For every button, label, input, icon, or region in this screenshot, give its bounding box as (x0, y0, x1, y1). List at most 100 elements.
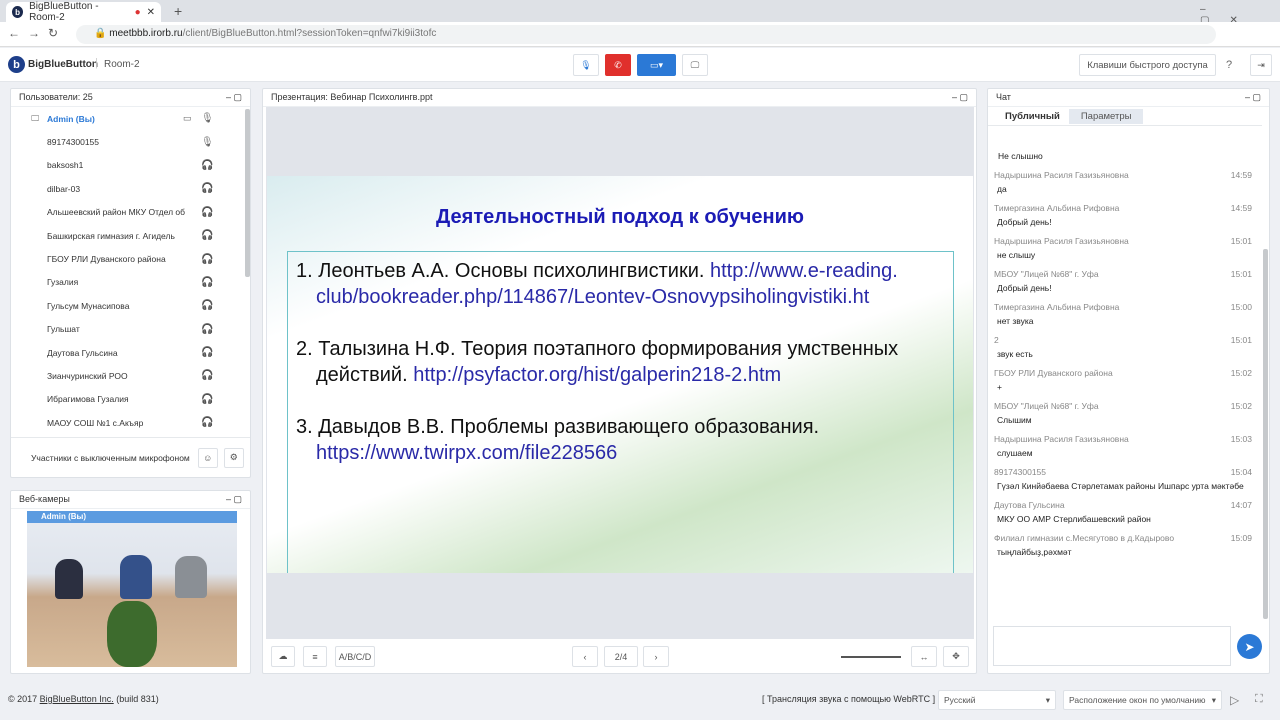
emoji-button[interactable]: ☺ (197, 447, 218, 468)
url-field[interactable]: 🔒 meetbbb.irorb.ru/client/BigBlueButton.… (76, 25, 1216, 44)
user-list-item[interactable]: МАОУ СОШ №1 с.Акъяр 🎧 (11, 411, 250, 434)
slide: Деятельностный подход к обучению 1. Леон… (267, 176, 973, 573)
shortcuts-button[interactable]: Клавиши быстрого доступа (1079, 54, 1216, 76)
headphones-icon: 🎧 (201, 347, 214, 359)
slide-area: Деятельностный подход к обучению 1. Леон… (266, 107, 974, 639)
window-controls[interactable]: – ▢ (952, 92, 968, 103)
poll-icon[interactable]: ≡ (303, 646, 327, 667)
chat-message: ГБОУ РЛИ Дуванского района 15:02 + (994, 367, 1252, 393)
user-list-item[interactable]: Гульшат 🎧 (11, 318, 250, 341)
microphone-button[interactable]: 🎙 (573, 54, 599, 76)
language-select[interactable]: Русский ▾ (938, 690, 1056, 710)
fullscreen-icon[interactable]: ⛶ (1255, 693, 1263, 706)
slide-title: Деятельностный подход к обучению (436, 206, 804, 228)
plant-image (107, 601, 157, 667)
logout-button[interactable]: ⇥ (1250, 54, 1272, 76)
scrollbar[interactable] (245, 109, 250, 277)
chat-message: Филиал гимназии с.Месягутово в д.Кадыров… (994, 532, 1252, 558)
recording-icon: ● (134, 6, 141, 18)
bbb-favicon-icon: b (12, 6, 24, 18)
slide-content: 1. Леонтьев А.А. Основы психолингвистики… (287, 251, 954, 573)
chat-message: Тимергазина Альбина Рифовна 15:00 нет звук… (994, 301, 1252, 327)
screenshare-button[interactable]: 🖵 (682, 54, 708, 76)
scrollbar[interactable] (1263, 249, 1268, 619)
headphones-icon: 🎧 (201, 159, 214, 171)
address-bar: ←→↻ 🔒 meetbbb.irorb.ru/client/BigBlueBut… (0, 22, 1280, 47)
chat-message: Тимергазина Альбина Рифовна 14:59 Добрый д… (994, 202, 1252, 228)
headphones-icon: 🎧 (201, 230, 214, 242)
bbb-logo-icon: b (8, 56, 25, 73)
presentation-toolbar: ☁ ≡ A/B/C/D ‹ 2/4 › ↔ ✥ (263, 641, 976, 673)
headphones-icon: 🎧 (201, 253, 214, 265)
chat-message: Надыршина Расиля Газизьяновна 15:01 не слы… (994, 235, 1252, 261)
next-slide-button[interactable]: › (643, 646, 669, 667)
chat-panel: Чат – ▢ Публичный Параметры Не слышно Над… (987, 88, 1270, 674)
headphones-icon: 🎧 (201, 393, 214, 405)
presentation-panel: Презентация: Вебинар Психолингв.ppt – ▢ Д… (262, 88, 977, 674)
headphones-icon: 🎧 (201, 417, 214, 429)
headphones-icon: 🎧 (201, 206, 214, 218)
reference-link[interactable]: http://psyfactor.org/hist/galperin218-2.… (413, 364, 781, 386)
footer-copyright: © 2017 BigBlueButton Inc. (build 831) (8, 694, 159, 704)
window-controls[interactable]: – ▢ (226, 494, 242, 505)
tab-options[interactable]: Параметры (1068, 109, 1144, 124)
layout-select[interactable]: Расположение окон по умолчанию ▾ (1063, 690, 1222, 710)
webcam-video[interactable]: Admin (Вы) (27, 511, 237, 667)
user-list-item[interactable]: Даутова Гульсина 🎧 (11, 341, 250, 364)
upload-icon[interactable]: ☁ (271, 646, 295, 667)
browser-tabbar: b BigBlueButton - Room-2 ● ✕ + –▢✕ (0, 0, 1280, 26)
browser-tab[interactable]: b BigBlueButton - Room-2 ● ✕ (6, 1, 161, 23)
microphone-icon: 🎙 (201, 113, 214, 125)
company-link[interactable]: BigBlueButton Inc. (40, 694, 114, 704)
new-tab-icon[interactable]: + (174, 3, 182, 19)
person-image (120, 555, 152, 599)
zoom-slider[interactable] (841, 656, 901, 658)
window-controls[interactable]: – ▢ (226, 92, 242, 103)
user-list-item[interactable]: 89174300155 🎙 (11, 130, 250, 153)
user-list-item[interactable]: Альшеевский район МКУ Отдел об 🎧 (11, 201, 250, 224)
send-button[interactable]: ➤ (1237, 634, 1262, 659)
chat-message: Даутова Гульсина 14:07 МКУ ОО АМР Стерлиба… (994, 499, 1252, 525)
headphones-icon: 🎧 (201, 370, 214, 382)
user-list-item[interactable]: Зианчуринский РОО 🎧 (11, 364, 250, 387)
app-header: b BigBlueButton | Room-2 🎙 ✆ ▭▾ 🖵 Клавиш… (0, 48, 1280, 82)
headphones-icon: 🎧 (201, 300, 214, 312)
page-indicator[interactable]: 2/4 (604, 646, 638, 667)
reference-item: 2. Талызина Н.Ф. Теория поэтапного форми… (296, 338, 899, 386)
microphone-muted-icon: 🎙 (201, 136, 214, 148)
chat-message: Надыршина Расиля Газизьяновна 15:03 слушае… (994, 433, 1252, 459)
fullscreen-button[interactable]: ✥ (943, 646, 969, 667)
chat-message: 89174300155 15:04 Гүзәл Кинйәбаева Стәрлет… (994, 466, 1252, 492)
user-list-item[interactable]: Ибрагимова Гузалия 🎧 (11, 388, 250, 411)
nav-buttons-icon[interactable]: ←→↻ (8, 26, 66, 40)
reference-item: 1. Леонтьев А.А. Основы психолингвистики… (296, 260, 898, 308)
help-icon[interactable]: ? (1226, 59, 1232, 71)
quick-poll-button[interactable]: A/B/C/D (335, 646, 375, 667)
chat-input[interactable] (993, 626, 1231, 666)
person-image (55, 559, 83, 599)
tab-public[interactable]: Публичный (996, 109, 1069, 124)
presenter-icon: 🖵 (31, 113, 40, 124)
user-list-item[interactable]: Гузалия 🎧 (11, 271, 250, 294)
headphones-icon: 🎧 (201, 323, 214, 335)
chat-message: МБОУ "Лицей №68" г. Уфа 15:02 Слышим (994, 400, 1252, 426)
camera-button[interactable]: ▭▾ (637, 54, 676, 76)
user-list-item[interactable]: Гульсум Мунасипова 🎧 (11, 294, 250, 317)
reference-link[interactable]: https://www.twirpx.com/file228566 (316, 442, 617, 464)
close-tab-icon[interactable]: ✕ (147, 7, 155, 18)
user-list-item[interactable]: dilbar-03 🎧 (11, 177, 250, 200)
user-list-item[interactable]: ГБОУ РЛИ Дуванского района 🎧 (11, 247, 250, 270)
user-list-item[interactable]: Башкирская гимназия г. Агидель 🎧 (11, 224, 250, 247)
apply-layout-icon[interactable]: ▷ (1230, 693, 1239, 707)
window-controls[interactable]: – ▢ (1245, 92, 1261, 103)
chat-messages: Не слышно Надыршина Расиля Газизьяновна 1… (988, 125, 1262, 621)
prev-slide-button[interactable]: ‹ (572, 646, 598, 667)
hangup-button[interactable]: ✆ (605, 54, 631, 76)
reference-item: 3. Давыдов В.В. Проблемы развивающего об… (296, 416, 820, 464)
settings-gear-button[interactable]: ⚙ (223, 447, 244, 468)
fit-width-button[interactable]: ↔ (911, 646, 937, 667)
user-list: 🖵 ▭ Admin (Вы) 🎙 89174300155 🎙 baksosh1 🎧 dilbar… (11, 107, 250, 437)
person-image (175, 556, 207, 598)
user-list-item[interactable]: baksosh1 🎧 (11, 154, 250, 177)
user-list-item[interactable]: 🖵 ▭ Admin (Вы) 🎙 (11, 107, 250, 130)
